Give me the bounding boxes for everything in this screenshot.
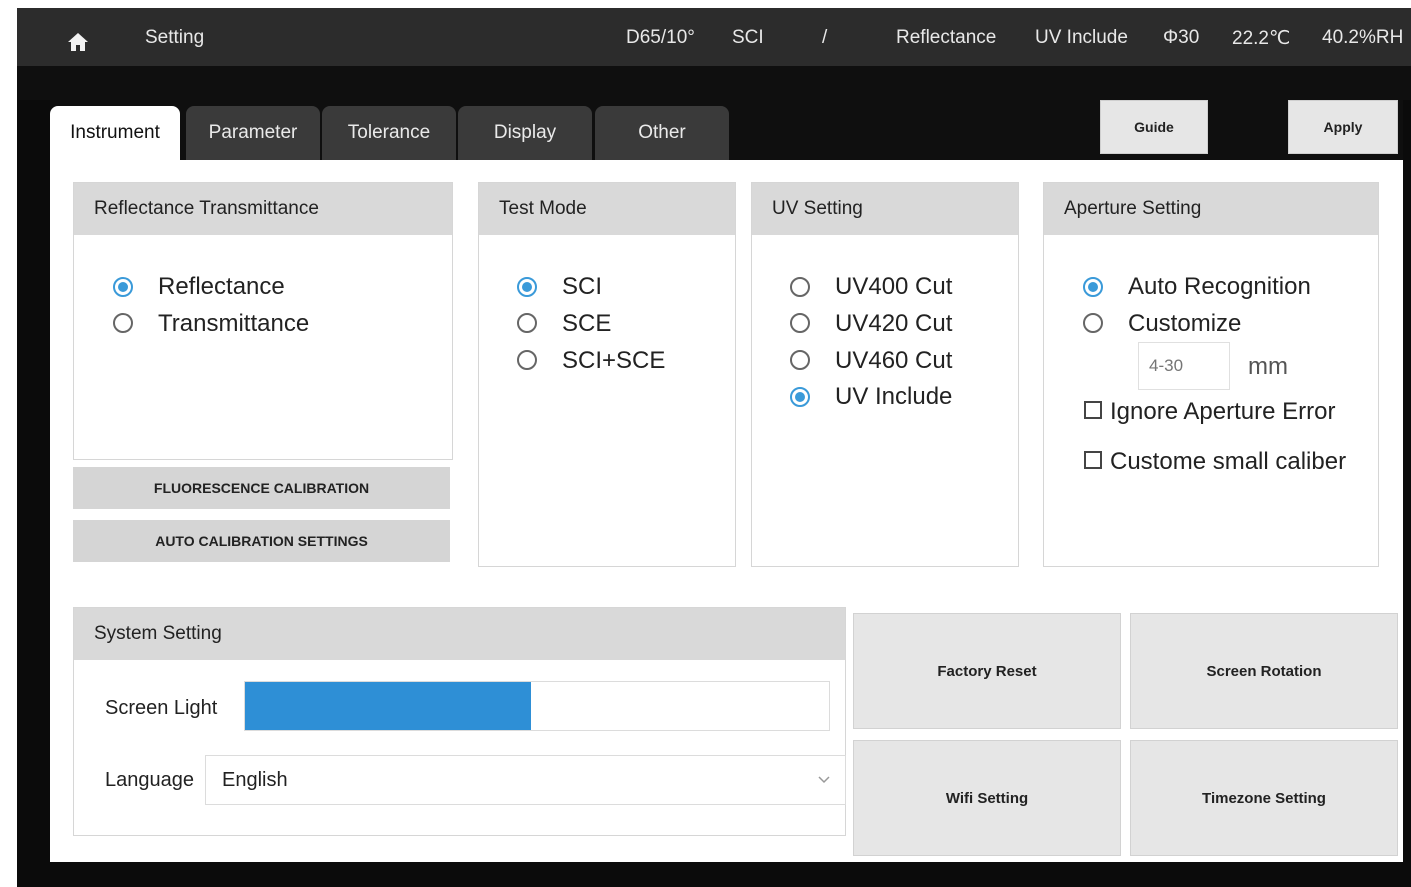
radio-uv400-cut[interactable]	[790, 277, 810, 297]
tab-tolerance[interactable]: Tolerance	[322, 106, 456, 160]
radio-sce[interactable]	[517, 313, 537, 333]
temperature-readout: 22.2℃	[1232, 28, 1291, 49]
unit-label: mm	[1248, 353, 1288, 380]
radio-transmittance[interactable]	[113, 313, 133, 333]
group-title: System Setting	[74, 608, 845, 660]
option-label: UV Include	[835, 383, 953, 410]
radio-reflectance[interactable]	[113, 277, 133, 297]
apply-button[interactable]: Apply	[1288, 100, 1398, 154]
radio-sci-sce[interactable]	[517, 350, 537, 370]
screen-light-slider[interactable]	[244, 681, 830, 731]
option-label: SCI	[562, 273, 603, 300]
option-label: SCE	[562, 310, 612, 337]
illuminant-readout: D65/10°	[626, 27, 695, 48]
auto-calibration-settings-button[interactable]: AUTO CALIBRATION SETTINGS	[73, 520, 450, 562]
home-icon[interactable]	[67, 32, 89, 52]
radio-auto-recognition[interactable]	[1083, 277, 1103, 297]
screen-rotation-button[interactable]: Screen Rotation	[1130, 613, 1398, 729]
wifi-setting-button[interactable]: Wifi Setting	[853, 740, 1121, 856]
radio-uv-include[interactable]	[790, 387, 810, 407]
status-separator: /	[822, 27, 828, 48]
chevron-down-icon	[818, 776, 830, 784]
humidity-readout: 40.2%RH	[1322, 27, 1404, 48]
radio-sci[interactable]	[517, 277, 537, 297]
checkbox-ignore-aperture-error[interactable]	[1084, 401, 1102, 419]
status-bar: Setting D65/10° SCI / Reflectance UV Inc…	[17, 8, 1411, 66]
guide-button[interactable]: Guide	[1100, 100, 1208, 154]
group-title: UV Setting	[752, 183, 1018, 235]
option-label: UV400 Cut	[835, 273, 953, 300]
radio-uv460-cut[interactable]	[790, 350, 810, 370]
group-title: Reflectance Transmittance	[74, 183, 452, 235]
header-band	[17, 66, 1411, 100]
tab-parameter[interactable]: Parameter	[186, 106, 320, 160]
radio-customize[interactable]	[1083, 313, 1103, 333]
group-title: Test Mode	[479, 183, 735, 235]
tab-instrument[interactable]: Instrument	[50, 106, 180, 160]
page-title: Setting	[145, 27, 205, 48]
language-label: Language	[105, 769, 194, 791]
group-title: Aperture Setting	[1044, 183, 1378, 235]
checkbox-custome-small-caliber[interactable]	[1084, 451, 1102, 469]
option-label: Transmittance	[158, 310, 310, 337]
aperture-size-input[interactable]	[1138, 342, 1230, 390]
checkbox-label: Custome small caliber	[1110, 448, 1347, 475]
option-label: UV420 Cut	[835, 310, 953, 337]
timezone-setting-button[interactable]: Timezone Setting	[1130, 740, 1398, 856]
option-label: UV460 Cut	[835, 347, 953, 374]
option-label: Auto Recognition	[1128, 273, 1311, 300]
option-label: Reflectance	[158, 273, 285, 300]
fluorescence-calibration-button[interactable]: FLUORESCENCE CALIBRATION	[73, 467, 450, 509]
aperture-readout: Φ30	[1163, 27, 1200, 48]
tab-other[interactable]: Other	[595, 106, 729, 160]
language-select[interactable]: English	[205, 755, 846, 805]
measure-readout: Reflectance	[896, 27, 997, 48]
factory-reset-button[interactable]: Factory Reset	[853, 613, 1121, 729]
screen-light-fill	[245, 682, 532, 730]
language-value: English	[222, 769, 288, 791]
tab-display[interactable]: Display	[458, 106, 592, 160]
option-label: Customize	[1128, 310, 1242, 337]
option-label: SCI+SCE	[562, 347, 666, 374]
mode-readout: SCI	[732, 27, 764, 48]
uv-readout: UV Include	[1035, 27, 1128, 48]
checkbox-label: Ignore Aperture Error	[1110, 398, 1336, 425]
screen-light-label: Screen Light	[105, 697, 218, 719]
radio-uv420-cut[interactable]	[790, 313, 810, 333]
